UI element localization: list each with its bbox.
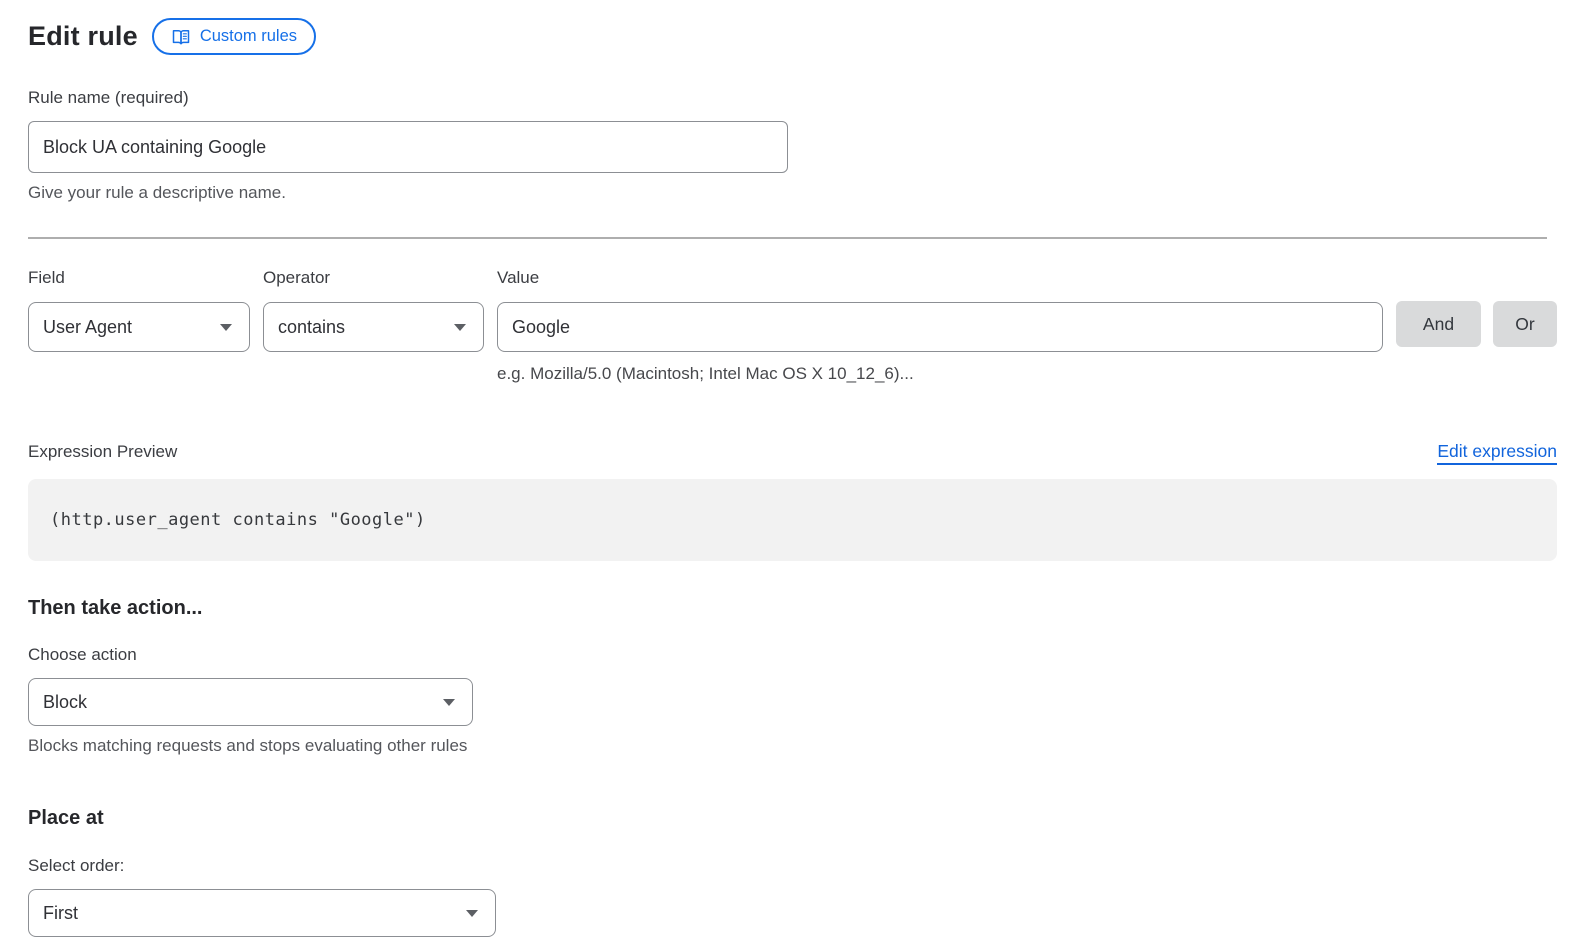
action-helper: Blocks matching requests and stops evalu… — [28, 736, 1557, 756]
book-icon — [171, 27, 191, 47]
value-input[interactable] — [497, 302, 1383, 352]
condition-row: Field User Agent Operator contains Value — [28, 268, 1557, 384]
field-label: Field — [28, 268, 250, 288]
rule-name-input[interactable] — [28, 121, 788, 173]
action-heading: Then take action... — [28, 597, 1557, 620]
rule-name-helper: Give your rule a descriptive name. — [28, 183, 1557, 203]
edit-rule-page: Edit rule Custom rules Rule name (requir… — [0, 0, 1587, 952]
value-label: Value — [497, 268, 1383, 288]
expression-code: (http.user_agent contains "Google") — [50, 510, 426, 530]
action-select[interactable]: Block — [28, 678, 473, 726]
operator-label: Operator — [263, 268, 484, 288]
place-at-heading: Place at — [28, 807, 1557, 830]
page-header: Edit rule Custom rules — [28, 18, 1557, 55]
operator-select[interactable]: contains — [263, 302, 484, 352]
and-button[interactable]: And — [1396, 301, 1481, 347]
value-hint: e.g. Mozilla/5.0 (Macintosh; Intel Mac O… — [497, 364, 1383, 384]
or-button[interactable]: Or — [1493, 301, 1557, 347]
select-order-label: Select order: — [28, 856, 1557, 876]
custom-rules-label: Custom rules — [200, 27, 297, 46]
caret-down-icon — [466, 910, 478, 917]
custom-rules-button[interactable]: Custom rules — [152, 18, 316, 55]
order-select[interactable]: First — [28, 889, 496, 937]
action-select-value: Block — [43, 692, 87, 713]
page-title: Edit rule — [28, 21, 138, 52]
order-select-value: First — [43, 903, 78, 924]
caret-down-icon — [443, 699, 455, 706]
field-select[interactable]: User Agent — [28, 302, 250, 352]
operator-select-value: contains — [278, 317, 345, 338]
rule-name-label: Rule name (required) — [28, 88, 1557, 108]
edit-expression-link[interactable]: Edit expression — [1437, 441, 1557, 465]
expression-header: Expression Preview Edit expression — [28, 441, 1557, 465]
expression-preview-box: (http.user_agent contains "Google") — [28, 479, 1557, 561]
field-select-value: User Agent — [43, 317, 132, 338]
caret-down-icon — [220, 324, 232, 331]
choose-action-label: Choose action — [28, 645, 1557, 665]
caret-down-icon — [454, 324, 466, 331]
expression-preview-label: Expression Preview — [28, 442, 177, 462]
section-divider — [28, 237, 1547, 239]
